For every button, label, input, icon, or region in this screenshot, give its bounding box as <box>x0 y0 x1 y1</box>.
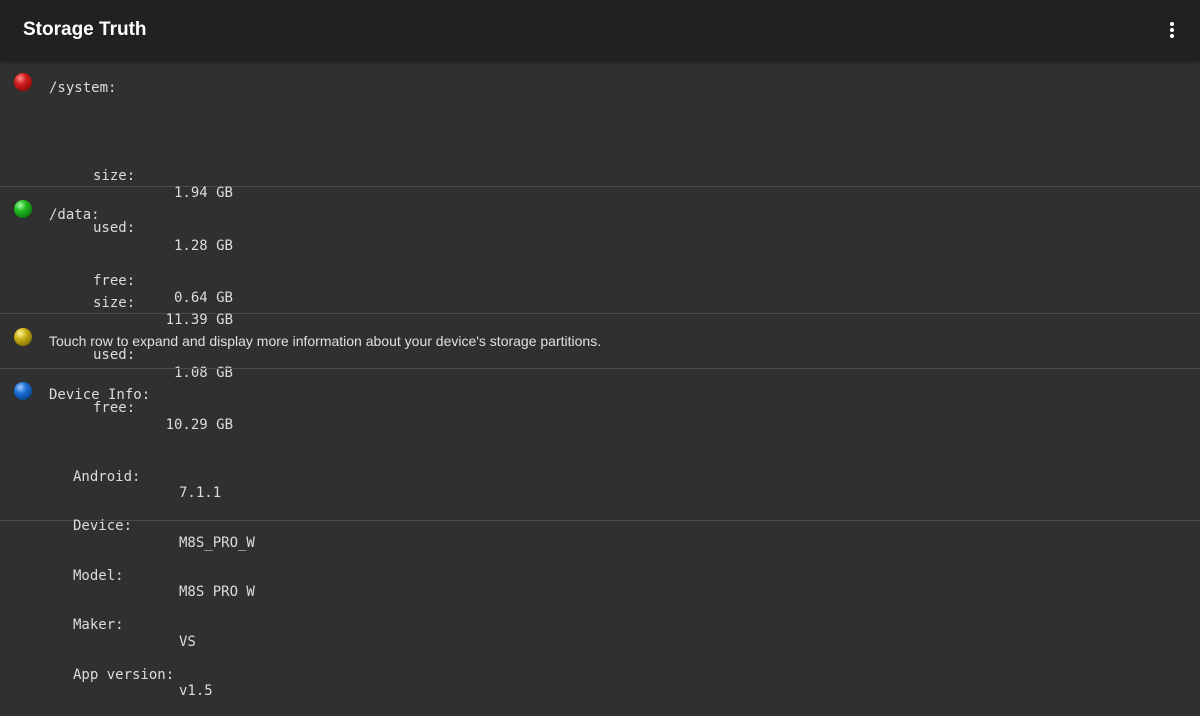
info-value: v1.5 <box>179 683 213 699</box>
info-value: 7.1.1 <box>179 485 222 501</box>
info-model: Model: M8S PRO W <box>73 551 333 601</box>
app-title: Storage Truth <box>23 19 147 40</box>
partition-name: /data: <box>49 207 100 223</box>
info-label: Maker: <box>73 617 124 633</box>
partition-row-data[interactable]: /data: size: 11.39 GB used: 1.08 GB free… <box>0 187 1200 433</box>
info-label: Model: <box>73 567 124 584</box>
info-value: VS <box>179 633 196 650</box>
green-ball-icon <box>14 200 32 218</box>
partition-row-system[interactable]: /system: size: 1.94 GB used: 1.28 GB fre… <box>0 60 1200 306</box>
info-android: Android: 7.1.1 <box>73 452 333 502</box>
info-value: M8S_PRO_W <box>179 534 255 551</box>
hint-text: Touch row to expand and display more inf… <box>49 333 602 349</box>
stat-size: size: 11.39 GB <box>93 277 243 329</box>
info-label: Android: <box>73 468 141 485</box>
info-label: Device: <box>73 518 133 534</box>
red-ball-icon <box>14 73 32 91</box>
info-app-version: App version: v1.5 <box>73 650 333 700</box>
more-vert-icon[interactable] <box>1160 14 1184 46</box>
info-maker: Maker: VS <box>73 601 333 650</box>
partition-name: /system: <box>49 80 117 96</box>
device-info-row[interactable]: Device Info: Android: 7.1.1 Device: M8S_… <box>0 369 1200 699</box>
info-device: Device: M8S_PRO_W <box>73 502 333 551</box>
device-info-title: Device Info: <box>49 387 151 403</box>
stat-label: size: <box>93 167 136 184</box>
yellow-ball-icon <box>14 328 32 346</box>
stat-label: size: <box>93 294 136 311</box>
blue-ball-icon <box>14 382 32 400</box>
device-info-list: Android: 7.1.1 Device: M8S_PRO_W Model: … <box>73 419 333 700</box>
hint-row[interactable]: Touch row to expand and display more inf… <box>0 314 1200 369</box>
app-bar: Storage Truth <box>0 0 1200 60</box>
info-value: M8S PRO W <box>179 584 255 600</box>
stat-size: size: 1.94 GB <box>93 150 243 202</box>
